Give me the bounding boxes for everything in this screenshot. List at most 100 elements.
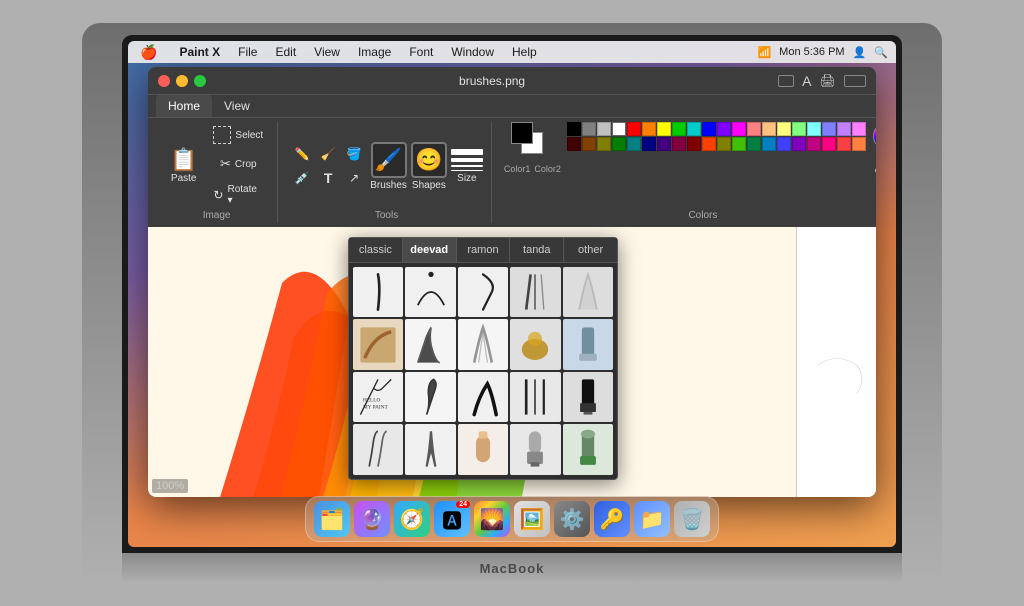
dock-finder[interactable]: 🗂️ — [314, 501, 350, 537]
swatch-21[interactable] — [582, 137, 596, 151]
brush-item-8[interactable] — [510, 319, 560, 369]
pencil-tool[interactable]: ✏️ — [290, 143, 314, 165]
window-icon-2[interactable] — [844, 75, 866, 87]
dock-photos[interactable]: 🌄 — [474, 501, 510, 537]
window-icon-1[interactable] — [778, 75, 794, 87]
text-tool[interactable]: T — [316, 167, 340, 189]
brushes-button[interactable]: 🖌️ Brushes — [370, 142, 407, 191]
swatch-27[interactable] — [672, 137, 686, 151]
swatch-22[interactable] — [597, 137, 611, 151]
brush-item-6[interactable] — [405, 319, 455, 369]
dock-system-prefs[interactable]: ⚙️ — [554, 501, 590, 537]
apple-menu[interactable]: 🍎 — [136, 44, 161, 61]
brush-tab-deevad[interactable]: deevad — [403, 238, 457, 262]
swatch-36[interactable] — [807, 137, 821, 151]
maximize-button[interactable] — [194, 75, 206, 87]
brush-tab-classic[interactable]: classic — [349, 238, 403, 262]
swatch-23[interactable] — [612, 137, 626, 151]
edit-colors-button[interactable]: Edit colors — [872, 154, 876, 176]
tab-home[interactable]: Home — [156, 95, 212, 117]
swatch-3[interactable] — [612, 122, 626, 136]
brush-item-19[interactable] — [563, 424, 613, 474]
font-icon[interactable]: A — [802, 73, 811, 89]
swatch-13[interactable] — [762, 122, 776, 136]
crop-button[interactable]: ✂ Crop — [207, 152, 269, 176]
dock-downloads[interactable]: 📁 — [634, 501, 670, 537]
brush-item-9[interactable] — [563, 319, 613, 369]
swatch-2[interactable] — [597, 122, 611, 136]
swatch-20[interactable] — [567, 137, 581, 151]
swatch-11[interactable] — [732, 122, 746, 136]
brush-tab-ramon[interactable]: ramon — [457, 238, 511, 262]
swatch-0[interactable] — [567, 122, 581, 136]
swatch-14[interactable] — [777, 122, 791, 136]
swatch-19[interactable] — [852, 122, 866, 136]
swatch-39[interactable] — [852, 137, 866, 151]
size-button[interactable]: Size — [451, 149, 483, 184]
brush-item-15[interactable] — [353, 424, 403, 474]
menu-file[interactable]: File — [234, 45, 261, 59]
app-name-menu[interactable]: Paint X — [175, 45, 224, 59]
swatch-24[interactable] — [627, 137, 641, 151]
brush-item-14[interactable] — [563, 372, 613, 422]
dock-safari[interactable]: 🧭 — [394, 501, 430, 537]
swatch-18[interactable] — [837, 122, 851, 136]
swatch-38[interactable] — [837, 137, 851, 151]
swatch-8[interactable] — [687, 122, 701, 136]
swatch-30[interactable] — [717, 137, 731, 151]
brush-item-18[interactable] — [510, 424, 560, 474]
swatch-28[interactable] — [687, 137, 701, 151]
brush-item-1[interactable] — [405, 267, 455, 317]
swatch-35[interactable] — [792, 137, 806, 151]
brush-angle-tool[interactable]: ↗ — [342, 167, 366, 189]
swatch-17[interactable] — [822, 122, 836, 136]
swatch-12[interactable] — [747, 122, 761, 136]
brush-item-5[interactable] — [353, 319, 403, 369]
swatch-1[interactable] — [582, 122, 596, 136]
canvas-area[interactable]: 100% classic deevad ramon tanda other — [148, 227, 796, 497]
brush-item-4[interactable] — [563, 267, 613, 317]
eyedropper-tool[interactable]: 💉 — [290, 167, 314, 189]
color1-swatch[interactable] — [511, 122, 533, 144]
swatch-32[interactable] — [747, 137, 761, 151]
brush-tab-other[interactable]: other — [564, 238, 617, 262]
brush-tab-tanda[interactable]: tanda — [510, 238, 564, 262]
eraser-tool[interactable]: 🧹 — [316, 143, 340, 165]
print-icon[interactable]: 🖨 — [819, 73, 836, 89]
dock-keychain[interactable]: 🔑 — [594, 501, 630, 537]
swatch-7[interactable] — [672, 122, 686, 136]
menu-image[interactable]: Image — [354, 45, 395, 59]
close-button[interactable] — [158, 75, 170, 87]
select-button[interactable]: Select — [207, 122, 269, 148]
brush-item-2[interactable] — [458, 267, 508, 317]
dock-trash[interactable]: 🗑️ — [674, 501, 710, 537]
swatch-37[interactable] — [822, 137, 836, 151]
dock-siri[interactable]: 🔮 — [354, 501, 390, 537]
swatch-15[interactable] — [792, 122, 806, 136]
brush-item-16[interactable] — [405, 424, 455, 474]
swatch-25[interactable] — [642, 137, 656, 151]
swatch-10[interactable] — [717, 122, 731, 136]
menu-window[interactable]: Window — [447, 45, 498, 59]
right-panel[interactable] — [796, 227, 876, 497]
swatch-16[interactable] — [807, 122, 821, 136]
swatch-34[interactable] — [777, 137, 791, 151]
swatch-29[interactable] — [702, 137, 716, 151]
brush-item-0[interactable] — [353, 267, 403, 317]
brush-item-7[interactable] — [458, 319, 508, 369]
brush-item-17[interactable] — [458, 424, 508, 474]
swatch-5[interactable] — [642, 122, 656, 136]
brush-item-3[interactable] — [510, 267, 560, 317]
swatch-6[interactable] — [657, 122, 671, 136]
menu-font[interactable]: Font — [405, 45, 437, 59]
tab-view[interactable]: View — [212, 95, 262, 117]
paste-button[interactable]: 📋 Paste — [164, 145, 203, 188]
rotate-button[interactable]: ↻ Rotate ▾ — [207, 180, 269, 210]
brush-item-10[interactable]: HELLO MY PAINT — [353, 372, 403, 422]
shapes-button[interactable]: 😊 Shapes — [411, 142, 447, 191]
swatch-9[interactable] — [702, 122, 716, 136]
menu-edit[interactable]: Edit — [271, 45, 300, 59]
menu-view[interactable]: View — [310, 45, 344, 59]
brush-item-11[interactable] — [405, 372, 455, 422]
swatch-4[interactable] — [627, 122, 641, 136]
